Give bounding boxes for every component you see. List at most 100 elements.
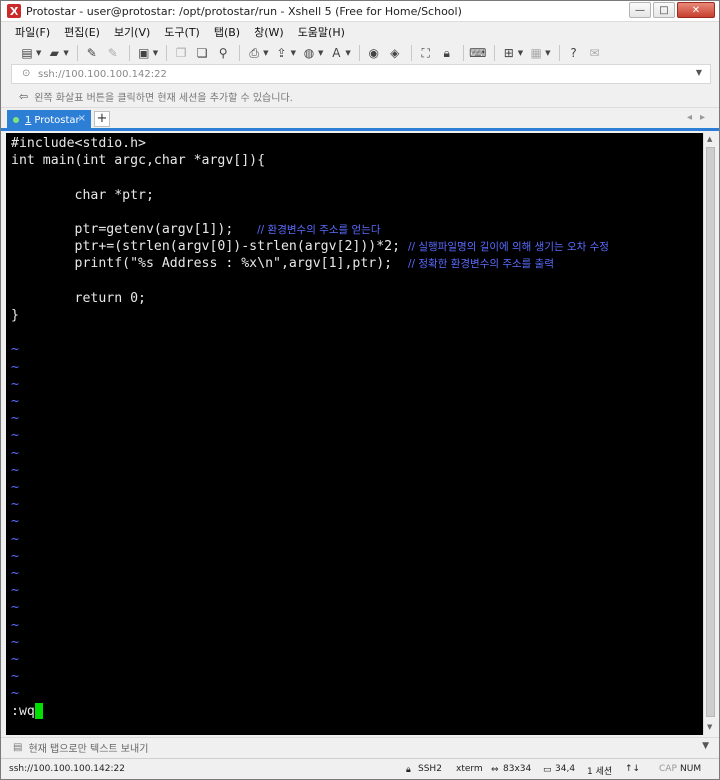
terminal-line: } (11, 307, 19, 324)
fullscreen-icon[interactable]: ⛶ (418, 45, 434, 61)
new-session-icon[interactable]: ▤ (19, 45, 35, 61)
chat-icon[interactable]: ✉ (587, 45, 603, 61)
xmanager-icon[interactable]: ◈ (387, 45, 403, 61)
add-tab-icon[interactable]: ⊞ (501, 45, 517, 61)
open-folder-icon[interactable]: ▰ (46, 45, 62, 61)
code-text: #include<stdio.h> (11, 136, 146, 151)
paste-icon[interactable]: ❏ (194, 45, 210, 61)
menu-tools[interactable]: 도구(T) (164, 24, 200, 40)
properties-dropdown-icon[interactable]: ▼ (153, 49, 158, 57)
connected-status-icon (13, 117, 19, 123)
vim-empty-line-tilde: ~ (11, 394, 19, 409)
terminal-screen[interactable]: #include<stdio.h> int main(int argc,char … (6, 133, 703, 735)
compose-bar[interactable]: ▤ 현재 탭으로만 텍스트 보내기 ▼ (1, 737, 719, 757)
size-label: 83x34 (503, 764, 532, 774)
address-bar[interactable]: ⊙ ssh://100.100.100.142:22 ▼ (11, 64, 711, 84)
transfer-icon[interactable]: ⇪ (274, 45, 290, 61)
keyboard-icon[interactable]: ⌨ (469, 45, 486, 61)
code-comment: // 실행파일명의 길이에 의해 생기는 오차 수정 (407, 241, 609, 254)
status-size: ⇔ 83x34 (491, 764, 532, 775)
vim-empty-line-tilde: ~ (11, 634, 19, 650)
connect-icon[interactable]: ✎ (84, 45, 100, 61)
compose-icon: ▤ (13, 742, 23, 753)
font-dropdown-icon[interactable]: ▼ (345, 49, 350, 57)
layout-dropdown-icon[interactable]: ▼ (545, 49, 550, 57)
vim-empty-line-tilde: ~ (11, 566, 19, 581)
globe-icon[interactable]: ◍ (301, 45, 317, 61)
vim-empty-line-tilde: ~ (11, 600, 19, 616)
toolbar: ▤ ▼ ▰ ▼ ✎ ✎ ▣ ▼ ❐ ❏ ⚲ ⎙ ▼ ⇪ ▼ ◍ ▼ A ▼ ◉ ◈ ⛶ 🔒︎ … (1, 42, 719, 64)
tab-close-icon[interactable]: × (78, 113, 86, 124)
toolbar-divider (558, 45, 560, 61)
xftp-icon[interactable]: ◉ (366, 45, 382, 61)
session-properties-icon[interactable]: ▣ (136, 45, 152, 61)
lock-icon[interactable]: 🔒︎ (439, 45, 455, 61)
menu-window[interactable]: 창(W) (254, 24, 284, 40)
tab-scroll-icon[interactable]: ◂▸ (687, 112, 713, 123)
status-num: NUM (680, 764, 702, 774)
cursor-icon: ▭ (543, 765, 552, 775)
disconnect-icon[interactable]: ✎ (105, 45, 121, 61)
add-tab-button[interactable]: + (94, 111, 110, 127)
new-session-dropdown-icon[interactable]: ▼ (36, 49, 41, 57)
close-button[interactable]: ✕ (677, 2, 715, 18)
print-dropdown-icon[interactable]: ▼ (263, 49, 268, 57)
scrollbar-thumb[interactable] (706, 147, 715, 717)
status-bar: ssh://100.100.100.142:22 🔒︎ SSH2 xterm ⇔ 8… (1, 758, 719, 779)
add-tab-dropdown-icon[interactable]: ▼ (518, 49, 523, 57)
status-connection: ssh://100.100.100.142:22 (9, 764, 125, 774)
globe-dropdown-icon[interactable]: ▼ (318, 49, 323, 57)
vim-empty-line-tilde: ~ (11, 669, 19, 685)
toolbar-divider (128, 45, 130, 61)
vim-empty-line-tilde: ~ (11, 428, 19, 444)
open-dropdown-icon[interactable]: ▼ (63, 49, 68, 57)
font-icon[interactable]: A (328, 45, 344, 61)
compose-dropdown-icon[interactable]: ▼ (702, 741, 709, 751)
address-dropdown-icon[interactable]: ▼ (696, 68, 702, 77)
address-input[interactable]: ssh://100.100.100.142:22 (38, 69, 167, 80)
find-icon[interactable]: ⚲ (215, 45, 231, 61)
print-icon[interactable]: ⎙ (246, 45, 262, 61)
vim-command-text: :wq (11, 703, 35, 719)
menu-bar: 파일(F) 편집(E) 보기(V) 도구(T) 탭(B) 창(W) 도움말(H) (1, 22, 719, 42)
terminal-cursor (34, 702, 43, 719)
help-icon[interactable]: ? (566, 45, 582, 61)
status-protocol: 🔒︎ SSH2 (406, 764, 442, 775)
menu-tab[interactable]: 탭(B) (214, 24, 240, 40)
status-arrows-icon[interactable]: ↑↓ (625, 764, 640, 774)
maximize-button[interactable]: □ (653, 2, 675, 18)
menu-help[interactable]: 도움말(H) (298, 24, 345, 40)
scroll-down-icon[interactable]: ▼ (707, 723, 712, 731)
minimize-button[interactable]: — (629, 2, 651, 18)
compose-input[interactable]: 현재 탭으로만 텍스트 보내기 (28, 740, 148, 755)
xshell-window: Protostar - user@protostar: /opt/protost… (0, 0, 720, 780)
code-text: char *ptr; (11, 187, 154, 203)
terminal-scrollbar[interactable]: ▲ ▼ (703, 133, 717, 735)
toolbar-divider (166, 45, 168, 61)
tab-protostar[interactable]: 1 Protostar × (7, 110, 91, 130)
tab-bar: 1 Protostar × + ◂▸ (1, 109, 719, 131)
transfer-dropdown-icon[interactable]: ▼ (291, 49, 296, 57)
hint-text: 왼쪽 화살표 버튼을 클릭하면 현재 세션을 추가할 수 있습니다. (34, 93, 293, 104)
code-text: } (11, 308, 19, 323)
terminal-line: char *ptr; (11, 187, 154, 204)
menu-view[interactable]: 보기(V) (114, 24, 150, 40)
menu-file[interactable]: 파일(F) (15, 24, 50, 40)
toolbar-divider (462, 45, 464, 61)
scroll-up-icon[interactable]: ▲ (707, 135, 712, 143)
toolbar-divider (76, 45, 78, 61)
status-cap: CAP (659, 764, 677, 774)
layout-icon[interactable]: ▦ (528, 45, 544, 61)
title-bar[interactable]: Protostar - user@protostar: /opt/protost… (1, 1, 719, 22)
protocol-label: SSH2 (418, 764, 442, 774)
status-sessions: 1 세션 (587, 767, 613, 777)
arrow-icon[interactable]: ⇦ (19, 90, 28, 103)
toolbar-divider (239, 45, 241, 61)
lock-icon: 🔒︎ (406, 765, 411, 775)
copy-icon[interactable]: ❐ (173, 45, 189, 61)
menu-edit[interactable]: 편집(E) (64, 24, 100, 40)
terminal-line: printf("%s Address : %x\n",argv[1],ptr);… (11, 255, 554, 272)
code-text: int main(int argc,char *argv[]){ (11, 153, 266, 169)
status-terminal-type: xterm (456, 764, 483, 774)
lock-icon: ⊙ (22, 68, 31, 79)
